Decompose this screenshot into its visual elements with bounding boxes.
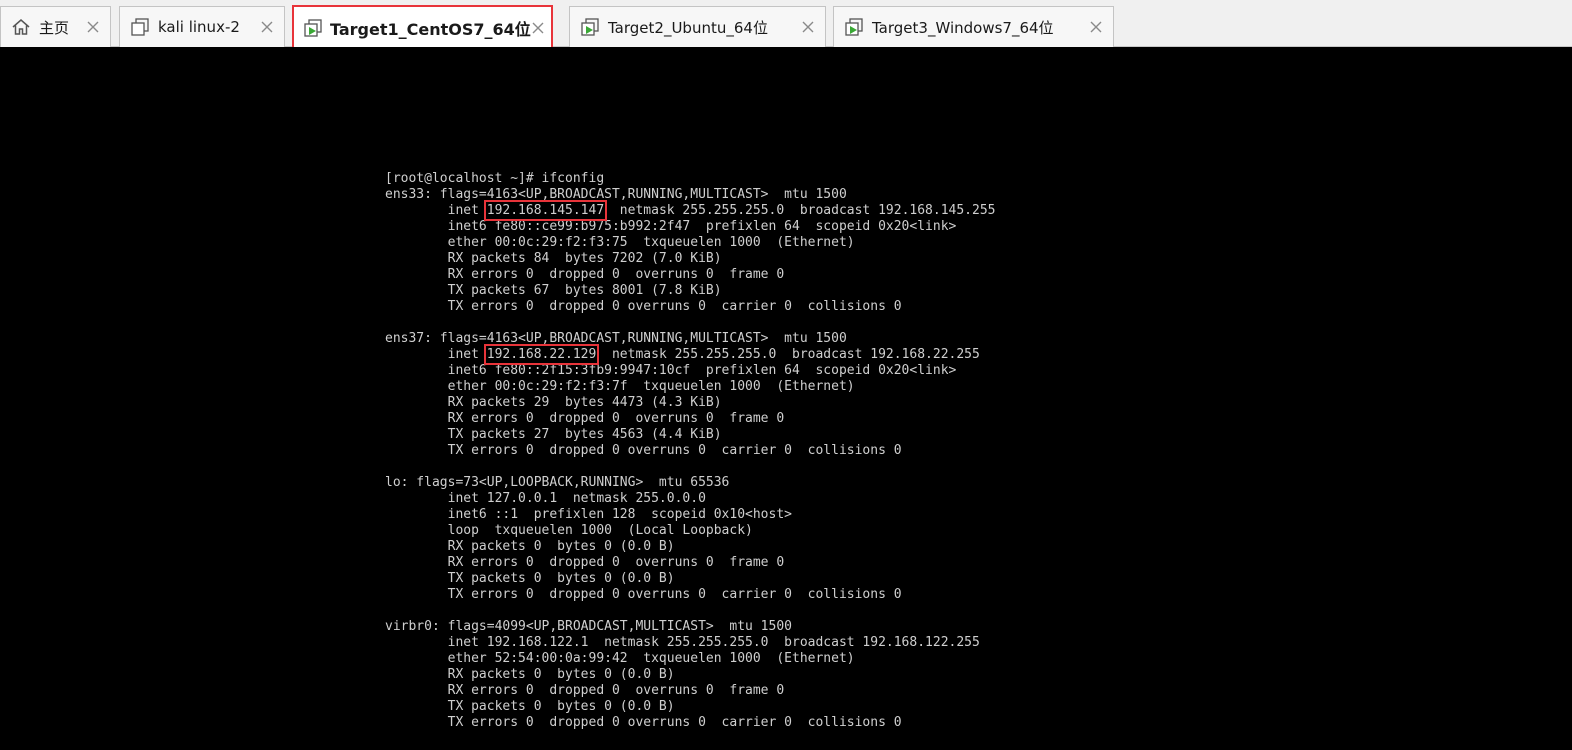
terminal-line: inet 192.168.22.129 netmask 255.255.255.… [385, 344, 996, 365]
tab-target2-ubuntu[interactable]: Target2_Ubuntu_64位 [569, 6, 826, 47]
tab-kali-linux[interactable]: kali linux-2 [119, 6, 285, 47]
terminal-line: RX errors 0 dropped 0 overruns 0 frame 0 [385, 683, 785, 698]
tab-target1-centos7[interactable]: Target1_CentOS7_64位 [292, 5, 553, 51]
terminal-line: inet6 fe80::ce99:b975:b992:2f47 prefixle… [385, 219, 957, 234]
tab-label: Target3_Windows7_64位 [872, 18, 1054, 37]
terminal-text: inet [385, 203, 487, 218]
terminal-line: TX errors 0 dropped 0 overruns 0 carrier… [385, 443, 902, 458]
home-icon [10, 16, 32, 38]
terminal-line: RX packets 0 bytes 0 (0.0 B) [385, 539, 675, 554]
close-icon[interactable] [797, 16, 819, 38]
terminal-output: [root@localhost ~]# ifconfig ens33: flags… [385, 171, 996, 731]
terminal-line: TX errors 0 dropped 0 overruns 0 carrier… [385, 587, 902, 602]
terminal-line: lo: flags=73<UP,LOOPBACK,RUNNING> mtu 65… [385, 475, 730, 490]
close-icon[interactable] [1085, 16, 1107, 38]
highlighted-ip-address: 192.168.145.147 [483, 200, 608, 221]
highlighted-ip-address: 192.168.22.129 [483, 344, 600, 365]
terminal-line: TX packets 0 bytes 0 (0.0 B) [385, 571, 675, 586]
terminal-line: RX packets 84 bytes 7202 (7.0 KiB) [385, 251, 722, 266]
terminal-text: netmask 255.255.255.0 broadcast 192.168.… [604, 203, 996, 218]
vm-running-icon [843, 16, 865, 38]
tab-home[interactable]: 主页 [0, 6, 111, 47]
terminal-line: ether 52:54:00:0a:99:42 txqueuelen 1000 … [385, 651, 855, 666]
terminal-line: RX packets 29 bytes 4473 (4.3 KiB) [385, 395, 722, 410]
terminal-line: RX errors 0 dropped 0 overruns 0 frame 0 [385, 267, 785, 282]
vm-console[interactable]: [root@localhost ~]# ifconfig ens33: flags… [0, 47, 1572, 750]
tab-target3-windows7[interactable]: Target3_Windows7_64位 [833, 6, 1114, 47]
terminal-line: ether 00:0c:29:f2:f3:75 txqueuelen 1000 … [385, 235, 855, 250]
close-icon[interactable] [256, 16, 278, 38]
terminal-line: loop txqueuelen 1000 (Local Loopback) [385, 523, 753, 538]
tab-label: Target1_CentOS7_64位 [330, 20, 531, 39]
terminal-line: RX errors 0 dropped 0 overruns 0 frame 0 [385, 411, 785, 426]
vm-running-icon [303, 17, 323, 39]
terminal-text: netmask 255.255.255.0 broadcast 192.168.… [596, 347, 980, 362]
terminal-line: ens33: flags=4163<UP,BROADCAST,RUNNING,M… [385, 187, 847, 202]
vm-running-icon [579, 16, 601, 38]
terminal-line: virbr0: flags=4099<UP,BROADCAST,MULTICAS… [385, 619, 792, 634]
terminal-line: TX errors 0 dropped 0 overruns 0 carrier… [385, 715, 902, 730]
close-icon[interactable] [531, 17, 545, 39]
terminal-line: RX errors 0 dropped 0 overruns 0 frame 0 [385, 555, 785, 570]
terminal-line: inet 127.0.0.1 netmask 255.0.0.0 [385, 491, 706, 506]
terminal-line: inet6 ::1 prefixlen 128 scopeid 0x10<hos… [385, 507, 792, 522]
terminal-line: TX packets 67 bytes 8001 (7.8 KiB) [385, 283, 722, 298]
vm-icon [129, 16, 151, 38]
vm-tab-bar: 主页 kali linux-2 Target1_CentOS7_64位 Targ… [0, 0, 1572, 51]
terminal-line: ens37: flags=4163<UP,BROADCAST,RUNNING,M… [385, 331, 847, 346]
terminal-line: inet 192.168.122.1 netmask 255.255.255.0… [385, 635, 980, 650]
tab-label: kali linux-2 [158, 18, 240, 36]
terminal-line: TX errors 0 dropped 0 overruns 0 carrier… [385, 299, 902, 314]
terminal-line: ether 00:0c:29:f2:f3:7f txqueuelen 1000 … [385, 379, 855, 394]
tab-label: 主页 [39, 18, 70, 37]
tab-label: Target2_Ubuntu_64位 [608, 18, 768, 37]
terminal-line: TX packets 0 bytes 0 (0.0 B) [385, 699, 675, 714]
terminal-line: RX packets 0 bytes 0 (0.0 B) [385, 667, 675, 682]
terminal-line: inet6 fe80::2f15:3fb9:9947:10cf prefixle… [385, 363, 957, 378]
close-icon[interactable] [82, 16, 104, 38]
terminal-line: inet 192.168.145.147 netmask 255.255.255… [385, 200, 996, 221]
terminal-text: inet [385, 347, 487, 362]
terminal-line: TX packets 27 bytes 4563 (4.4 KiB) [385, 427, 722, 442]
terminal-line: [root@localhost ~]# ifconfig [385, 171, 605, 186]
